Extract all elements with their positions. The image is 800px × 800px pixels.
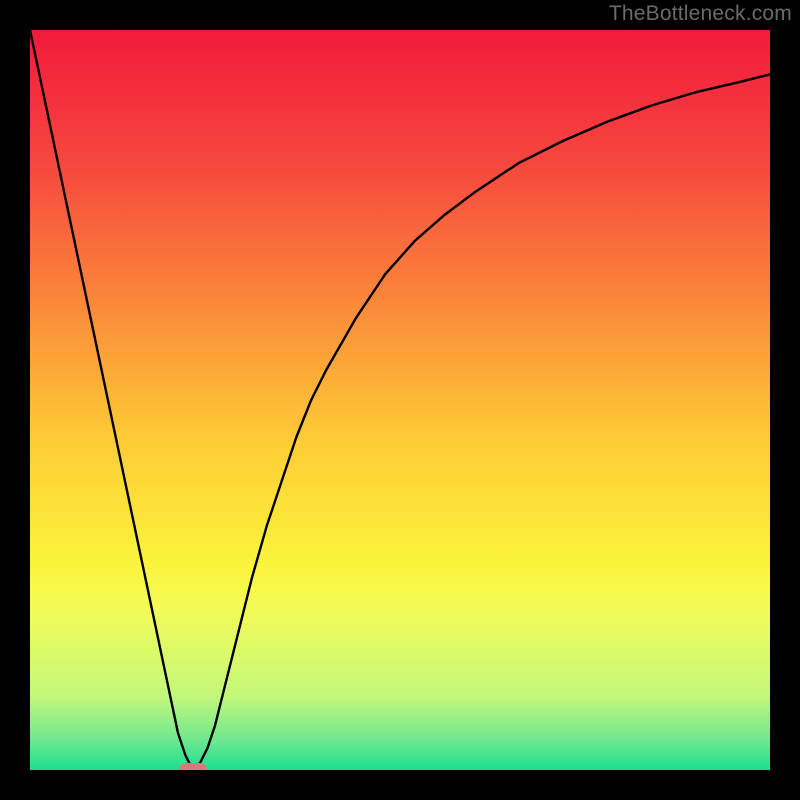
gradient-background [30,30,770,770]
bottleneck-marker [179,763,207,770]
watermark-text: TheBottleneck.com [609,2,792,26]
chart-frame: TheBottleneck.com [0,0,800,800]
plot-area [30,30,770,770]
